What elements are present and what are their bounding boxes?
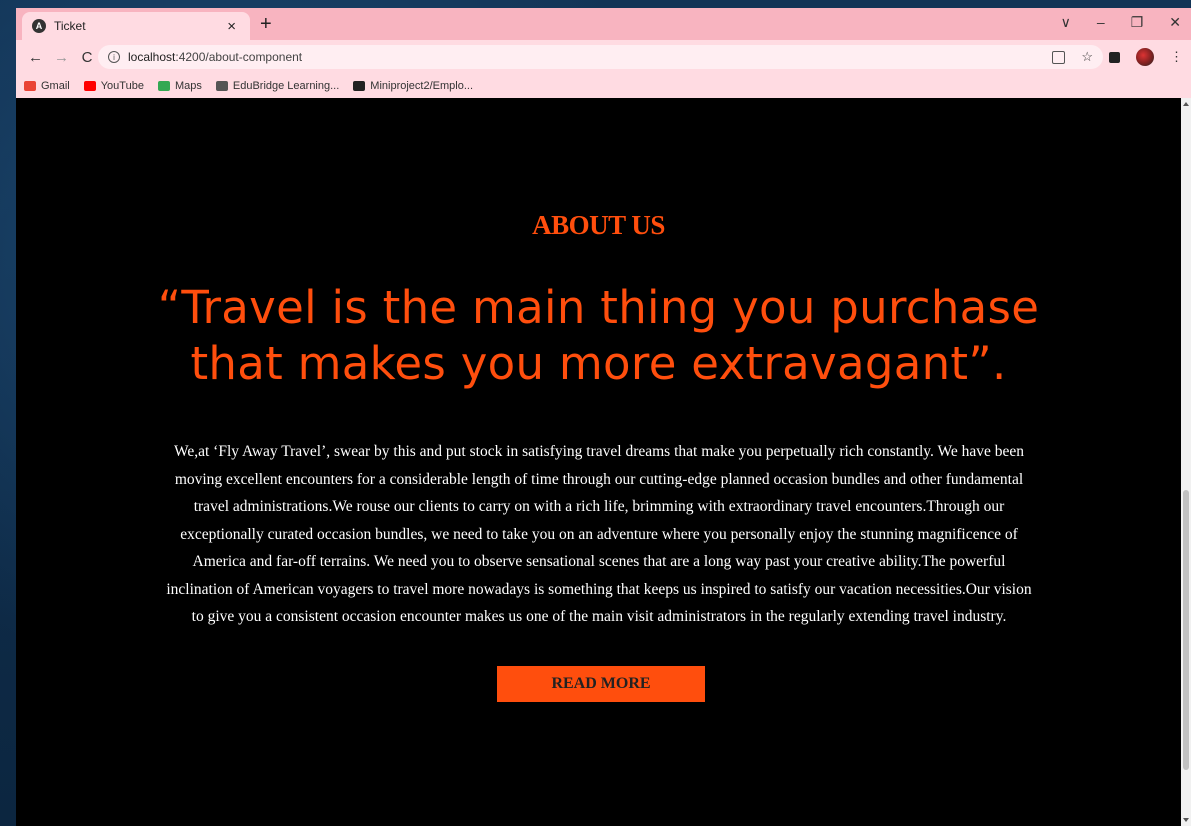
bookmark-label: Miniproject2/Emplo...: [370, 80, 474, 92]
site-info-icon[interactable]: i: [108, 51, 120, 63]
tab-title: Ticket: [54, 19, 86, 33]
profile-avatar[interactable]: [1136, 48, 1154, 66]
close-window-icon[interactable]: ✕: [1169, 14, 1181, 31]
bookmark-star-icon[interactable]: ☆: [1081, 49, 1093, 65]
tab-ticket[interactable]: A Ticket ×: [22, 12, 250, 40]
scroll-down-icon[interactable]: [1183, 818, 1189, 822]
restore-icon[interactable]: ❐: [1131, 14, 1144, 31]
bookmark-item[interactable]: EduBridge Learning...: [215, 80, 340, 92]
edubridge-icon: [215, 81, 228, 91]
minimize-icon[interactable]: –: [1097, 14, 1105, 31]
browser-toolbar: ← → C i localhost:4200/about-component ☆…: [16, 40, 1191, 74]
back-icon[interactable]: ←: [28, 49, 43, 66]
github-icon: [353, 81, 366, 91]
side-panel-icon[interactable]: [1109, 51, 1120, 63]
angular-icon: A: [32, 19, 46, 33]
bookmark-label: Gmail: [41, 80, 70, 92]
bookmark-item[interactable]: YouTube: [83, 80, 144, 92]
read-more-button[interactable]: READ MORE: [497, 666, 705, 702]
quote-heading: “Travel is the main thing you purchase t…: [16, 280, 1181, 392]
bookmark-label: Maps: [174, 80, 202, 92]
url-text[interactable]: localhost:4200/about-component: [128, 50, 302, 64]
bookmark-item[interactable]: Maps: [157, 80, 202, 92]
close-tab-icon[interactable]: ×: [227, 19, 236, 34]
menu-icon[interactable]: ⋮: [1170, 49, 1183, 65]
forward-icon[interactable]: →: [54, 49, 69, 66]
toolbar-actions: ☆ ⋮: [1052, 48, 1183, 66]
reload-icon[interactable]: C: [80, 49, 94, 66]
scroll-up-icon[interactable]: [1183, 102, 1189, 106]
maps-icon: [157, 81, 170, 91]
about-page: ABOUT US “Travel is the main thing you p…: [16, 98, 1181, 826]
quote-line-2: that makes you more extravagant”.: [190, 337, 1007, 390]
tab-search-icon[interactable]: ∨: [1061, 14, 1071, 31]
address-bar[interactable]: i localhost:4200/about-component: [98, 45, 1103, 69]
bookmarks-bar: Gmail YouTube Maps EduBridge Learning... Min…: [16, 74, 1191, 98]
new-tab-icon[interactable]: +: [260, 14, 272, 34]
quote-line-1: “Travel is the main thing you purchase: [157, 281, 1040, 334]
tab-strip: A Ticket × + ∨ – ❐ ✕: [16, 8, 1191, 40]
window-controls: ∨ – ❐ ✕: [1061, 14, 1181, 31]
bookmark-label: EduBridge Learning...: [232, 80, 340, 92]
about-paragraph: We,at ‘Fly Away Travel’, swear by this a…: [166, 443, 1032, 625]
bookmark-label: YouTube: [100, 80, 144, 92]
browser-window: A Ticket × + ∨ – ❐ ✕ ← → C i localhost:4…: [16, 8, 1191, 826]
bookmark-item[interactable]: Miniproject2/Emplo...: [353, 80, 473, 92]
bookmark-item[interactable]: Gmail: [24, 80, 70, 92]
section-title: ABOUT US: [532, 210, 665, 240]
scrollbar[interactable]: [1181, 98, 1191, 826]
gmail-icon: [24, 81, 36, 91]
youtube-icon: [83, 81, 96, 91]
scroll-thumb[interactable]: [1183, 490, 1189, 770]
share-icon[interactable]: [1052, 50, 1066, 64]
